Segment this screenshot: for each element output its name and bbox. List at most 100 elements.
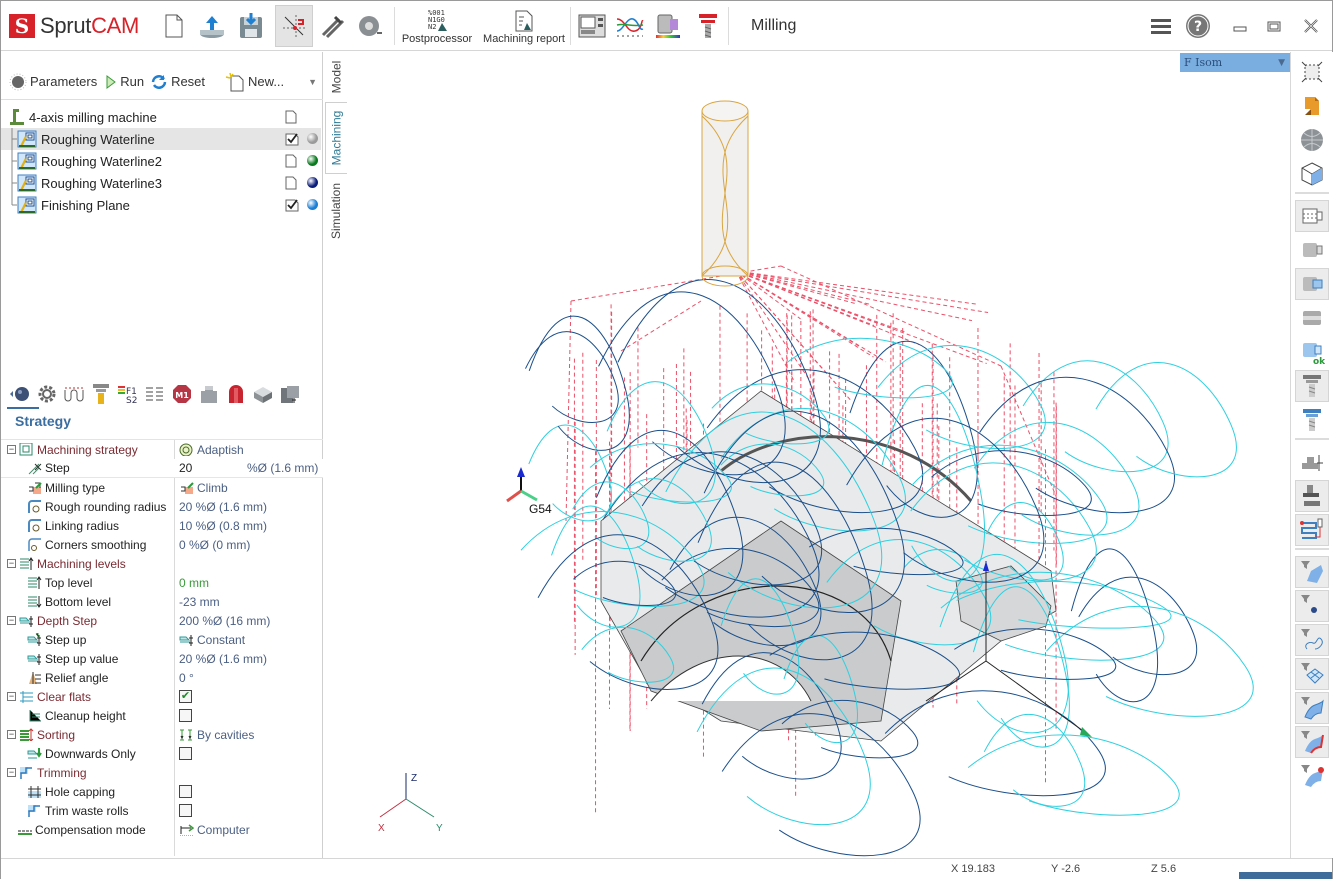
document-icon[interactable] — [285, 154, 297, 168]
collapse-toggle[interactable]: − — [7, 768, 16, 777]
select-region-button[interactable] — [1295, 56, 1329, 88]
machine-node[interactable]: 4-axis milling machine — [1, 106, 321, 128]
filter-patches-button[interactable] — [1295, 658, 1329, 690]
filter-faces-button[interactable] — [1295, 556, 1329, 588]
prop-trimming[interactable]: − Trimming — [1, 763, 323, 782]
view-preset-select[interactable]: F Isom ▼ — [1180, 53, 1290, 72]
minimize-button[interactable] — [1225, 11, 1255, 41]
stock-wire-button[interactable] — [1295, 200, 1329, 232]
filter-surface-button[interactable] — [1295, 692, 1329, 724]
operation-color-dot[interactable] — [307, 133, 318, 144]
cleanup-height-checkbox[interactable] — [179, 709, 192, 722]
stock-ok-button[interactable]: ok — [1295, 336, 1329, 368]
stock-tab[interactable] — [198, 383, 220, 405]
m1-tab[interactable]: M1 — [171, 383, 193, 405]
save-project-button[interactable] — [232, 5, 270, 47]
run-button[interactable]: Run — [105, 74, 144, 90]
caliper-measure-button[interactable] — [313, 5, 351, 47]
collapse-toggle[interactable]: − — [7, 559, 16, 568]
machine-control-button[interactable] — [573, 5, 611, 47]
tape-measure-button[interactable] — [351, 5, 389, 47]
collapse-toggle[interactable]: − — [7, 445, 16, 454]
links-tab[interactable] — [63, 383, 85, 405]
operation-color-dot[interactable] — [307, 177, 318, 188]
new-file-button[interactable] — [155, 5, 193, 47]
document-icon[interactable] — [285, 110, 297, 124]
tab-model[interactable]: Model — [325, 54, 347, 100]
downwards-only-checkbox[interactable] — [179, 747, 192, 760]
prop-trim-waste-rolls[interactable]: Trim waste rolls — [1, 801, 323, 820]
filter-edge-button[interactable] — [1295, 726, 1329, 758]
feed-chart-button[interactable] — [611, 5, 649, 47]
stock-blue-button[interactable] — [1295, 268, 1329, 300]
prop-milling-type[interactable]: Milling type Climb — [1, 478, 323, 497]
checked-document-icon[interactable] — [285, 132, 299, 146]
machining-report-button[interactable]: Machining report — [482, 7, 566, 49]
prop-rough-rounding-radius[interactable]: Rough rounding radius 20 %Ø (1.6 mm) — [1, 497, 323, 516]
snap-button[interactable] — [275, 5, 313, 47]
prop-clear-flats[interactable]: − Clear flats ✔ — [1, 687, 323, 706]
prop-linking-radius[interactable]: Linking radius 10 %Ø (0.8 mm) — [1, 516, 323, 535]
prop-step-up-value[interactable]: Step up value 20 %Ø (1.6 mm) — [1, 649, 323, 668]
tab-simulation[interactable]: Simulation — [325, 176, 347, 246]
postprocessor-button[interactable]: %001 N1G0 N2 Postprocessor — [401, 7, 473, 49]
open-project-button[interactable] — [193, 5, 231, 47]
close-button[interactable] — [1296, 11, 1326, 41]
prop-compensation-mode[interactable]: Compensation mode Computer — [1, 820, 323, 839]
machine-button[interactable] — [1295, 480, 1329, 512]
prop-top-level[interactable]: Top level 0 mm — [1, 573, 323, 592]
operation-color-dot[interactable] — [307, 199, 318, 210]
operation-node[interactable]: Roughing Waterline3 — [1, 172, 321, 194]
prop-hole-capping[interactable]: Hole capping — [1, 782, 323, 801]
reset-button[interactable]: Reset — [150, 73, 205, 91]
menu-button[interactable] — [1146, 11, 1176, 41]
new-operation-dropdown-icon[interactable]: ▼ — [308, 77, 317, 87]
prop-downwards-only[interactable]: Downwards Only — [1, 744, 323, 763]
prop-depth-step[interactable]: − Depth Step 200 %Ø (16 mm) — [1, 611, 323, 630]
tab-machining[interactable]: Machining — [325, 102, 347, 174]
fixture-tab[interactable] — [225, 383, 247, 405]
parameters-button[interactable]: Parameters — [9, 73, 97, 91]
view-cube-button[interactable] — [1295, 158, 1329, 190]
operation-node[interactable]: Roughing Waterline — [1, 128, 321, 150]
3d-viewport[interactable]: G54 Z X Y F Isom ▼ — [325, 52, 1291, 858]
clear-flats-checkbox[interactable]: ✔ — [179, 690, 192, 703]
tool-tab[interactable] — [90, 383, 112, 405]
workpiece-button[interactable] — [1295, 302, 1329, 334]
scene-canvas[interactable]: G54 Z X Y — [325, 52, 1291, 858]
job-assignment-tab[interactable] — [279, 383, 301, 405]
shaded-part-button[interactable] — [1295, 90, 1329, 122]
prop-relief-angle[interactable]: Relief angle 0 ° — [1, 668, 323, 687]
tool-color-button[interactable] — [649, 5, 687, 47]
tool-blue-button[interactable] — [1295, 404, 1329, 436]
prop-machining-strategy[interactable]: − Machining strategy Adaptish — [1, 440, 323, 459]
filter-points-button[interactable] — [1295, 590, 1329, 622]
strategy-tab[interactable] — [9, 383, 31, 405]
part-tab[interactable] — [252, 383, 274, 405]
prop-corners-smoothing[interactable]: Corners smoothing 0 %Ø (0 mm) — [1, 535, 323, 554]
stock-button[interactable] — [1295, 234, 1329, 266]
operation-color-dot[interactable] — [307, 155, 318, 166]
feeds-tab[interactable]: F1 S2 — [117, 383, 139, 405]
filter-vertex-button[interactable] — [1295, 760, 1329, 792]
fixture-vise-button[interactable] — [1295, 446, 1329, 478]
tool-show-button[interactable] — [1295, 370, 1329, 402]
prop-step[interactable]: Step 20 %Ø (1.6 mm) — [1, 459, 323, 478]
checked-document-icon[interactable] — [285, 198, 299, 212]
mesh-sphere-button[interactable] — [1295, 124, 1329, 156]
collapse-toggle[interactable]: − — [7, 616, 16, 625]
collapse-toggle[interactable]: − — [7, 730, 16, 739]
operation-node[interactable]: Roughing Waterline2 — [1, 150, 321, 172]
hole-capping-checkbox[interactable] — [179, 785, 192, 798]
toolpath-button[interactable] — [1295, 514, 1329, 546]
prop-cleanup-height[interactable]: Cleanup height — [1, 706, 323, 725]
document-icon[interactable] — [285, 176, 297, 190]
prop-sorting[interactable]: − Sorting By cavities — [1, 725, 323, 744]
collapse-toggle[interactable]: − — [7, 692, 16, 701]
step-input[interactable]: 20 — [179, 461, 192, 475]
prop-machining-levels[interactable]: − Machining levels — [1, 554, 323, 573]
prop-step-up[interactable]: Step up Constant — [1, 630, 323, 649]
trim-waste-rolls-checkbox[interactable] — [179, 804, 192, 817]
operation-node[interactable]: Finishing Plane — [1, 194, 321, 216]
list-tab[interactable] — [144, 383, 166, 405]
